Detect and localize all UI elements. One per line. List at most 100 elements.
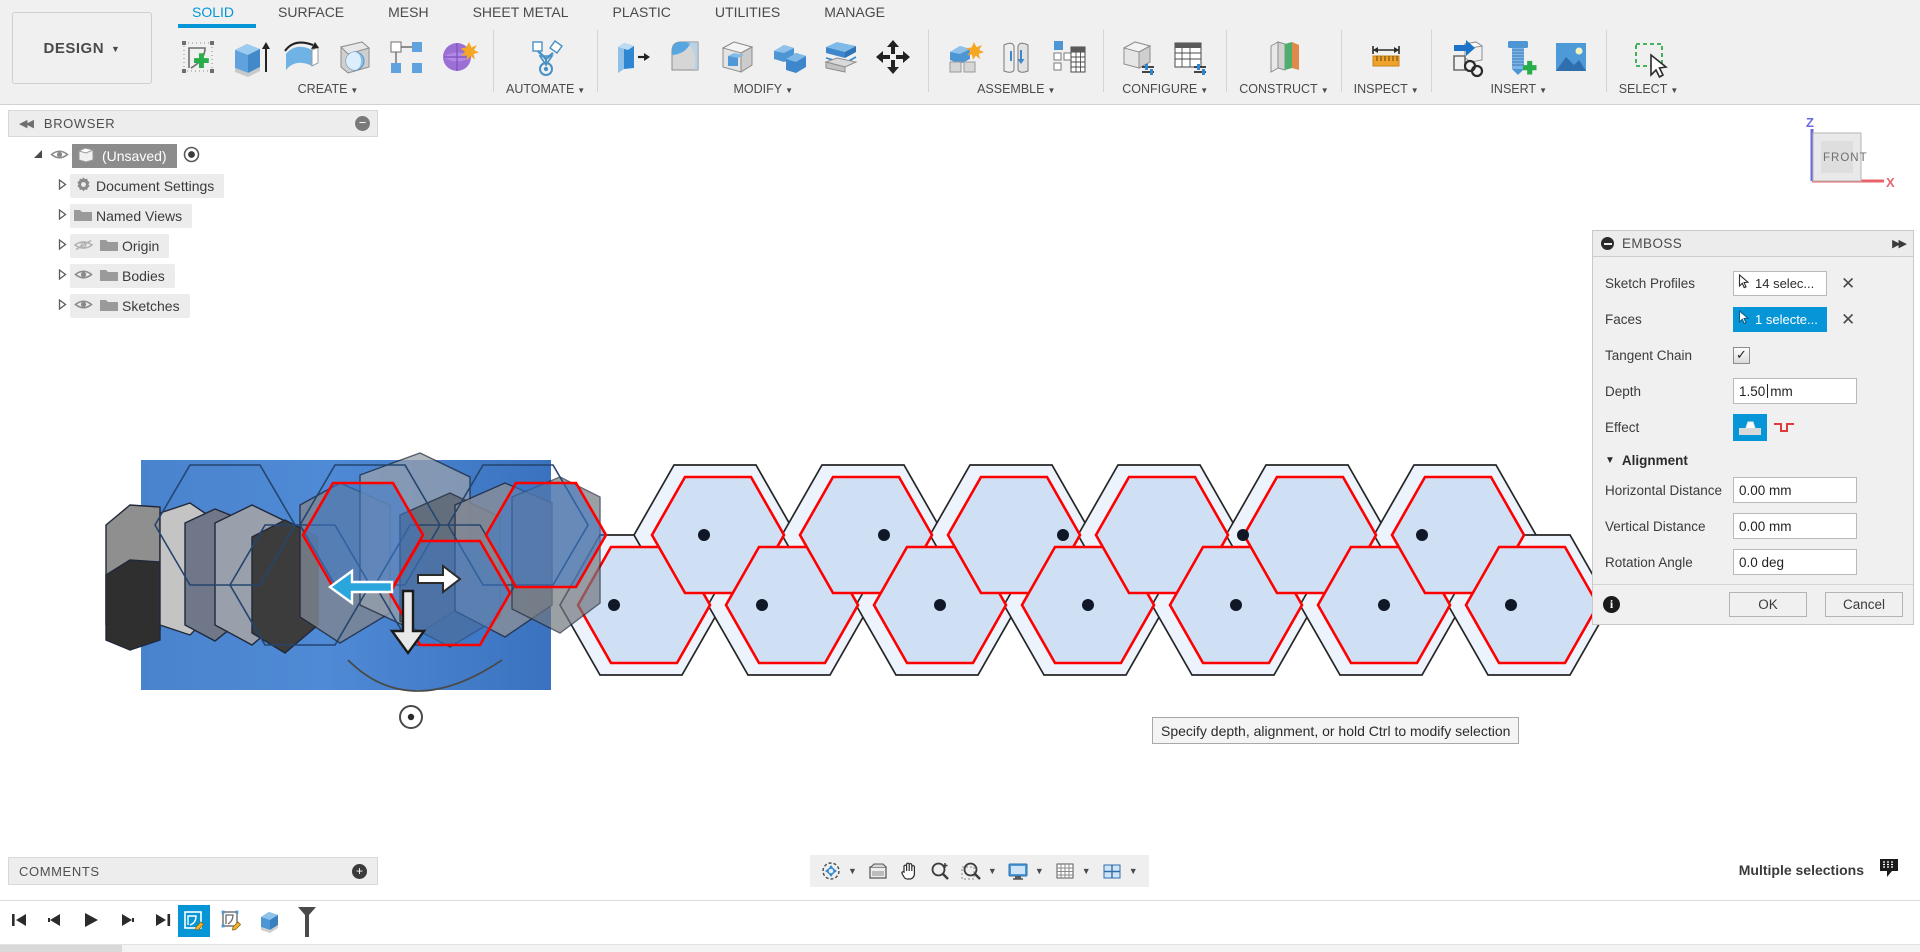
ribbon-group-label-automate[interactable]: AUTOMATE ▼	[506, 82, 585, 96]
chevron-down-icon[interactable]: ▼	[1035, 866, 1044, 876]
browser-item-origin[interactable]: Origin	[8, 231, 378, 261]
viewports-icon[interactable]	[1099, 858, 1125, 884]
extrude-icon[interactable]	[227, 34, 273, 80]
record-icon[interactable]	[177, 146, 200, 166]
sweep-icon[interactable]	[331, 34, 377, 80]
step-back-icon[interactable]	[44, 909, 66, 931]
ribbon-group-label-inspect[interactable]: INSPECT ▼	[1354, 82, 1419, 96]
info-icon[interactable]: i	[1603, 596, 1620, 613]
selection-badge-icon[interactable]	[1878, 857, 1900, 882]
configure-table-icon[interactable]	[1168, 34, 1214, 80]
insert-image-icon[interactable]	[1548, 34, 1594, 80]
chevron-right-icon[interactable]	[54, 178, 70, 193]
chevron-down-icon[interactable]: ▼	[1082, 866, 1091, 876]
offset-face-icon[interactable]	[818, 34, 864, 80]
rotation-angle-input[interactable]: 0.0 deg	[1733, 549, 1857, 575]
ribbon-group-label-modify[interactable]: MODIFY ▼	[733, 82, 793, 96]
skip-to-end-icon[interactable]	[152, 909, 174, 931]
faces-selection-button[interactable]: 1 selecte...	[1733, 306, 1827, 332]
chevron-right-icon[interactable]	[54, 238, 70, 253]
browser-header[interactable]: ◀◀ BROWSER −	[8, 110, 378, 137]
tab-plastic[interactable]: PLASTIC	[591, 2, 693, 24]
workspace-switcher[interactable]: DESIGN ▼	[12, 12, 152, 84]
pan-hand-icon[interactable]	[896, 858, 922, 884]
timeline-scrollbar-thumb[interactable]	[0, 945, 122, 952]
form-icon[interactable]	[435, 34, 481, 80]
horizontal-distance-input[interactable]: 0.00 mm	[1733, 477, 1857, 503]
pattern-icon[interactable]	[383, 34, 429, 80]
ribbon-group-label-select[interactable]: SELECT ▼	[1619, 82, 1679, 96]
chevron-down-icon[interactable]: ▼	[848, 866, 857, 876]
ribbon-group-label-create[interactable]: CREATE ▼	[298, 82, 359, 96]
joint-icon[interactable]	[993, 34, 1039, 80]
ribbon-group-label-configure[interactable]: CONFIGURE ▼	[1122, 82, 1208, 96]
cancel-button[interactable]: Cancel	[1825, 592, 1903, 617]
combine-icon[interactable]	[766, 34, 812, 80]
timeline-feature-sketch-1[interactable]	[178, 905, 210, 937]
tab-sheet-metal[interactable]: SHEET METAL	[451, 2, 591, 24]
create-sketch-icon[interactable]	[175, 34, 221, 80]
vertical-distance-input[interactable]: 0.00 mm	[1733, 513, 1857, 539]
plus-circle-icon[interactable]: +	[352, 863, 367, 879]
step-forward-icon[interactable]	[116, 909, 138, 931]
move-copy-icon[interactable]	[870, 34, 916, 80]
chevron-down-icon[interactable]: ▼	[988, 866, 997, 876]
orbit-icon[interactable]	[818, 858, 844, 884]
browser-item-document-settings[interactable]: Document Settings	[8, 171, 378, 201]
chevron-right-icon[interactable]	[54, 298, 70, 313]
automate-icon[interactable]	[523, 34, 569, 80]
chevron-right-icon[interactable]	[54, 208, 70, 223]
timeline-feature-sketch-2[interactable]	[216, 905, 248, 937]
tab-surface[interactable]: SURFACE	[256, 2, 366, 24]
ok-button[interactable]: OK	[1729, 592, 1807, 617]
minus-circle-icon[interactable]	[1601, 237, 1614, 250]
emboss-raise-icon[interactable]	[1733, 413, 1767, 441]
minus-circle-icon[interactable]: −	[355, 116, 370, 131]
ribbon-group-label-assemble[interactable]: ASSEMBLE ▼	[977, 82, 1055, 96]
timeline-scrollbar[interactable]	[0, 944, 1920, 952]
ribbon-group-label-construct[interactable]: CONSTRUCT ▼	[1239, 82, 1328, 96]
look-at-icon[interactable]	[865, 858, 891, 884]
skip-to-start-icon[interactable]	[8, 909, 30, 931]
revolve-icon[interactable]	[279, 34, 325, 80]
insert-mcmaster-icon[interactable]	[1496, 34, 1542, 80]
window-select-icon[interactable]	[1626, 34, 1672, 80]
tab-utilities[interactable]: UTILITIES	[693, 2, 802, 24]
zoom-in-icon[interactable]	[927, 858, 953, 884]
tangent-chain-checkbox[interactable]: ✓	[1733, 346, 1750, 364]
ribbon-group-label-insert[interactable]: INSERT ▼	[1490, 82, 1547, 96]
eye-icon[interactable]	[70, 268, 96, 284]
close-icon[interactable]: ✕	[1841, 275, 1855, 292]
browser-root-row[interactable]: (Unsaved)	[8, 141, 378, 171]
fillet-icon[interactable]	[662, 34, 708, 80]
alignment-section-header[interactable]: ▼ Alignment	[1605, 445, 1903, 472]
depth-input[interactable]: 1.50 mm	[1733, 378, 1857, 404]
double-right-arrow-icon[interactable]: ▶▶	[1892, 237, 1907, 250]
press-pull-icon[interactable]	[610, 34, 656, 80]
assembly-table-icon[interactable]	[1045, 34, 1091, 80]
browser-item-bodies[interactable]: Bodies	[8, 261, 378, 291]
eye-off-icon[interactable]	[70, 238, 96, 255]
expander-collapse-icon[interactable]	[30, 149, 46, 163]
eye-icon[interactable]	[70, 298, 96, 314]
emboss-engrave-icon[interactable]	[1767, 414, 1801, 441]
close-icon[interactable]: ✕	[1841, 311, 1855, 328]
tab-manage[interactable]: MANAGE	[802, 2, 907, 24]
grid-snap-icon[interactable]	[1052, 858, 1078, 884]
play-icon[interactable]	[80, 909, 102, 931]
timeline-marker-icon[interactable]	[294, 905, 320, 939]
tab-mesh[interactable]: MESH	[366, 2, 450, 24]
insert-derive-icon[interactable]	[1444, 34, 1490, 80]
new-component-icon[interactable]	[941, 34, 987, 80]
chevron-down-icon[interactable]: ▼	[1129, 866, 1138, 876]
sketch-profiles-selection-button[interactable]: 14 selec...	[1733, 270, 1827, 296]
comments-panel[interactable]: COMMENTS +	[8, 857, 378, 885]
measure-icon[interactable]	[1363, 34, 1409, 80]
root-component-chip[interactable]: (Unsaved)	[72, 144, 177, 168]
browser-item-sketches[interactable]: Sketches	[8, 291, 378, 321]
timeline-feature-extrude[interactable]	[254, 905, 286, 937]
tab-solid[interactable]: SOLID	[170, 2, 256, 24]
zoom-window-icon[interactable]	[958, 858, 984, 884]
configure-part-icon[interactable]	[1116, 34, 1162, 80]
eye-icon[interactable]	[46, 148, 72, 164]
